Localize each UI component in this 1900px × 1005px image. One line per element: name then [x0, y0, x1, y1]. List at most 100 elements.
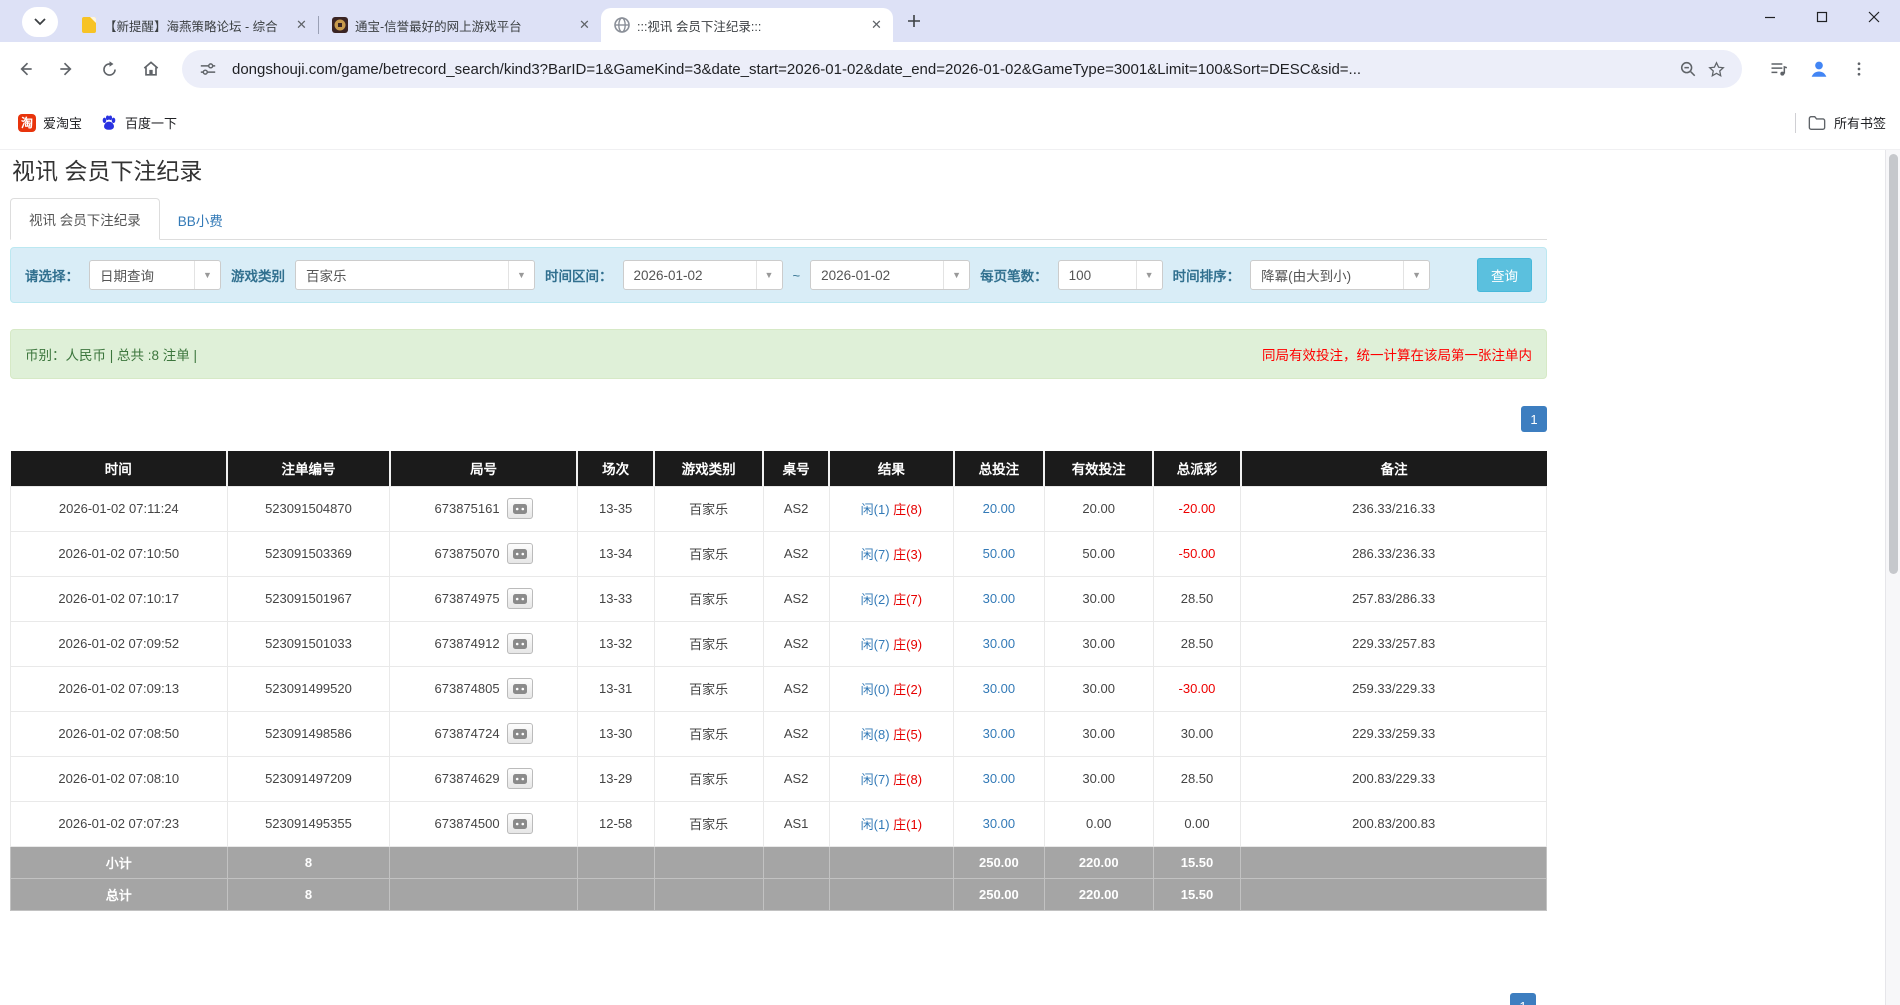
payout-value: 28.50	[1181, 636, 1214, 651]
taobao-icon: 淘	[18, 114, 36, 132]
date-start-select[interactable]: 2026-01-02 ▼	[623, 260, 783, 290]
new-tab-button[interactable]	[901, 8, 927, 34]
total-bet-link[interactable]: 30.00	[983, 726, 1016, 741]
date-end-select[interactable]: 2026-01-02 ▼	[810, 260, 970, 290]
page-scrollbar[interactable]	[1885, 150, 1900, 1005]
payout-value: 28.50	[1181, 771, 1214, 786]
zoom-out-icon[interactable]	[1674, 55, 1702, 83]
cell-total-bet[interactable]: 30.00	[954, 756, 1045, 801]
total-bet-link[interactable]: 30.00	[983, 681, 1016, 696]
browser-menu-kebab-icon[interactable]	[1842, 52, 1876, 86]
round-number: 673874912	[435, 636, 500, 651]
cell-bet-number: 523091495355	[227, 801, 390, 846]
back-button[interactable]	[8, 52, 42, 86]
maximize-button[interactable]	[1796, 0, 1848, 34]
site-settings-icon[interactable]	[194, 55, 222, 83]
round-detail-button[interactable]	[507, 588, 533, 609]
cell-bet-number: 523091499520	[227, 666, 390, 711]
profile-avatar[interactable]	[1802, 52, 1836, 86]
result-banker: 庄(8)	[893, 772, 922, 787]
total-bet-link[interactable]: 50.00	[983, 546, 1016, 561]
cell-round-number: 673874500	[390, 801, 577, 846]
game-controller-icon	[513, 504, 527, 514]
tongbao-favicon-icon	[331, 16, 349, 34]
tab-title: 【新提醒】海燕策略论坛 - 综合	[104, 16, 287, 35]
total-bet-link[interactable]: 30.00	[983, 771, 1016, 786]
footer-cell-9: 15.50	[1153, 846, 1241, 878]
tab-betrecord[interactable]: 视讯 会员下注纪录	[10, 198, 160, 240]
cell-round-number: 673874975	[390, 576, 577, 621]
browser-tab-betrecord[interactable]: :::视讯 会员下注纪录::: ✕	[601, 8, 893, 42]
cell-result: 闲(7) 庄(8)	[829, 756, 953, 801]
game-kind-select[interactable]: 百家乐 ▼	[295, 260, 535, 290]
cell-total-bet[interactable]: 30.00	[954, 711, 1045, 756]
page-size-select[interactable]: 100 ▼	[1058, 260, 1163, 290]
url-bar[interactable]: dongshouji.com/game/betrecord_search/kin…	[182, 50, 1742, 88]
cell-total-bet[interactable]: 30.00	[954, 621, 1045, 666]
forward-button[interactable]	[50, 52, 84, 86]
close-tab-icon[interactable]: ✕	[576, 17, 593, 34]
all-bookmarks[interactable]: 所有书签	[1795, 113, 1886, 133]
cell-valid-bet: 30.00	[1044, 711, 1153, 756]
toolbar-right	[1756, 52, 1876, 86]
globe-favicon-icon	[613, 16, 631, 34]
total-bet-link[interactable]: 30.00	[983, 591, 1016, 606]
chevron-down-icon: ▼	[194, 261, 220, 289]
cell-total-bet[interactable]: 30.00	[954, 801, 1045, 846]
close-window-button[interactable]	[1848, 0, 1900, 34]
result-banker: 庄(7)	[893, 592, 922, 607]
minimize-button[interactable]	[1744, 0, 1796, 34]
result-banker: 庄(2)	[893, 682, 922, 697]
search-button[interactable]: 查询	[1477, 258, 1532, 292]
cell-total-bet[interactable]: 30.00	[954, 666, 1045, 711]
page-1-button-bottom[interactable]: 1	[1510, 993, 1536, 1005]
column-header: 游戏类别	[654, 451, 763, 486]
bookmark-star-icon[interactable]	[1702, 55, 1730, 83]
column-header: 备注	[1241, 451, 1547, 486]
cell-total-bet[interactable]: 50.00	[954, 531, 1045, 576]
cell-game-type: 百家乐	[654, 666, 763, 711]
game-kind-label: 游戏类别	[231, 265, 285, 285]
round-detail-button[interactable]	[507, 768, 533, 789]
round-detail-button[interactable]	[507, 678, 533, 699]
total-bet-link[interactable]: 30.00	[983, 636, 1016, 651]
bookmark-baidu[interactable]: 百度一下	[100, 113, 177, 132]
cell-time: 2026-01-02 07:07:23	[11, 801, 228, 846]
scrollbar-thumb[interactable]	[1889, 154, 1898, 574]
round-detail-button[interactable]	[507, 723, 533, 744]
round-detail-button[interactable]	[507, 633, 533, 654]
round-detail-button[interactable]	[507, 498, 533, 519]
browser-tab-tongbao[interactable]: 通宝-信誉最好的网上游戏平台 ✕	[319, 8, 601, 42]
round-number: 673874975	[435, 591, 500, 606]
round-detail-button[interactable]	[507, 543, 533, 564]
total-bet-link[interactable]: 30.00	[983, 816, 1016, 831]
cell-time: 2026-01-02 07:08:50	[11, 711, 228, 756]
cell-game-type: 百家乐	[654, 576, 763, 621]
media-controls-icon[interactable]	[1762, 52, 1796, 86]
close-tab-icon[interactable]: ✕	[293, 17, 310, 34]
footer-cell-4	[654, 878, 763, 910]
game-controller-icon	[513, 639, 527, 649]
payout-value: 0.00	[1184, 816, 1209, 831]
tab-bb-tip[interactable]: BB小费	[160, 200, 241, 240]
tab-search-button[interactable]	[22, 7, 58, 37]
bookmark-taobao[interactable]: 淘 爱淘宝	[18, 113, 82, 132]
sort-select[interactable]: 降冪(由大到小) ▼	[1250, 260, 1430, 290]
browser-tab-forum[interactable]: 【新提醒】海燕策略论坛 - 综合 ✕	[68, 8, 318, 42]
page-1-button[interactable]: 1	[1521, 406, 1547, 432]
game-controller-icon	[513, 774, 527, 784]
home-button[interactable]	[134, 52, 168, 86]
result-banker: 庄(1)	[893, 817, 922, 832]
result-banker: 庄(9)	[893, 637, 922, 652]
total-bet-link[interactable]: 20.00	[983, 501, 1016, 516]
round-detail-button[interactable]	[507, 813, 533, 834]
cell-valid-bet: 30.00	[1044, 576, 1153, 621]
cell-total-bet[interactable]: 30.00	[954, 576, 1045, 621]
query-type-select[interactable]: 日期查询 ▼	[89, 260, 221, 290]
cell-remark: 286.33/236.33	[1241, 531, 1547, 576]
cell-total-bet[interactable]: 20.00	[954, 486, 1045, 531]
reload-button[interactable]	[92, 52, 126, 86]
close-tab-icon[interactable]: ✕	[868, 17, 885, 34]
payout-value: -30.00	[1179, 681, 1216, 696]
footer-cell-5	[763, 846, 829, 878]
